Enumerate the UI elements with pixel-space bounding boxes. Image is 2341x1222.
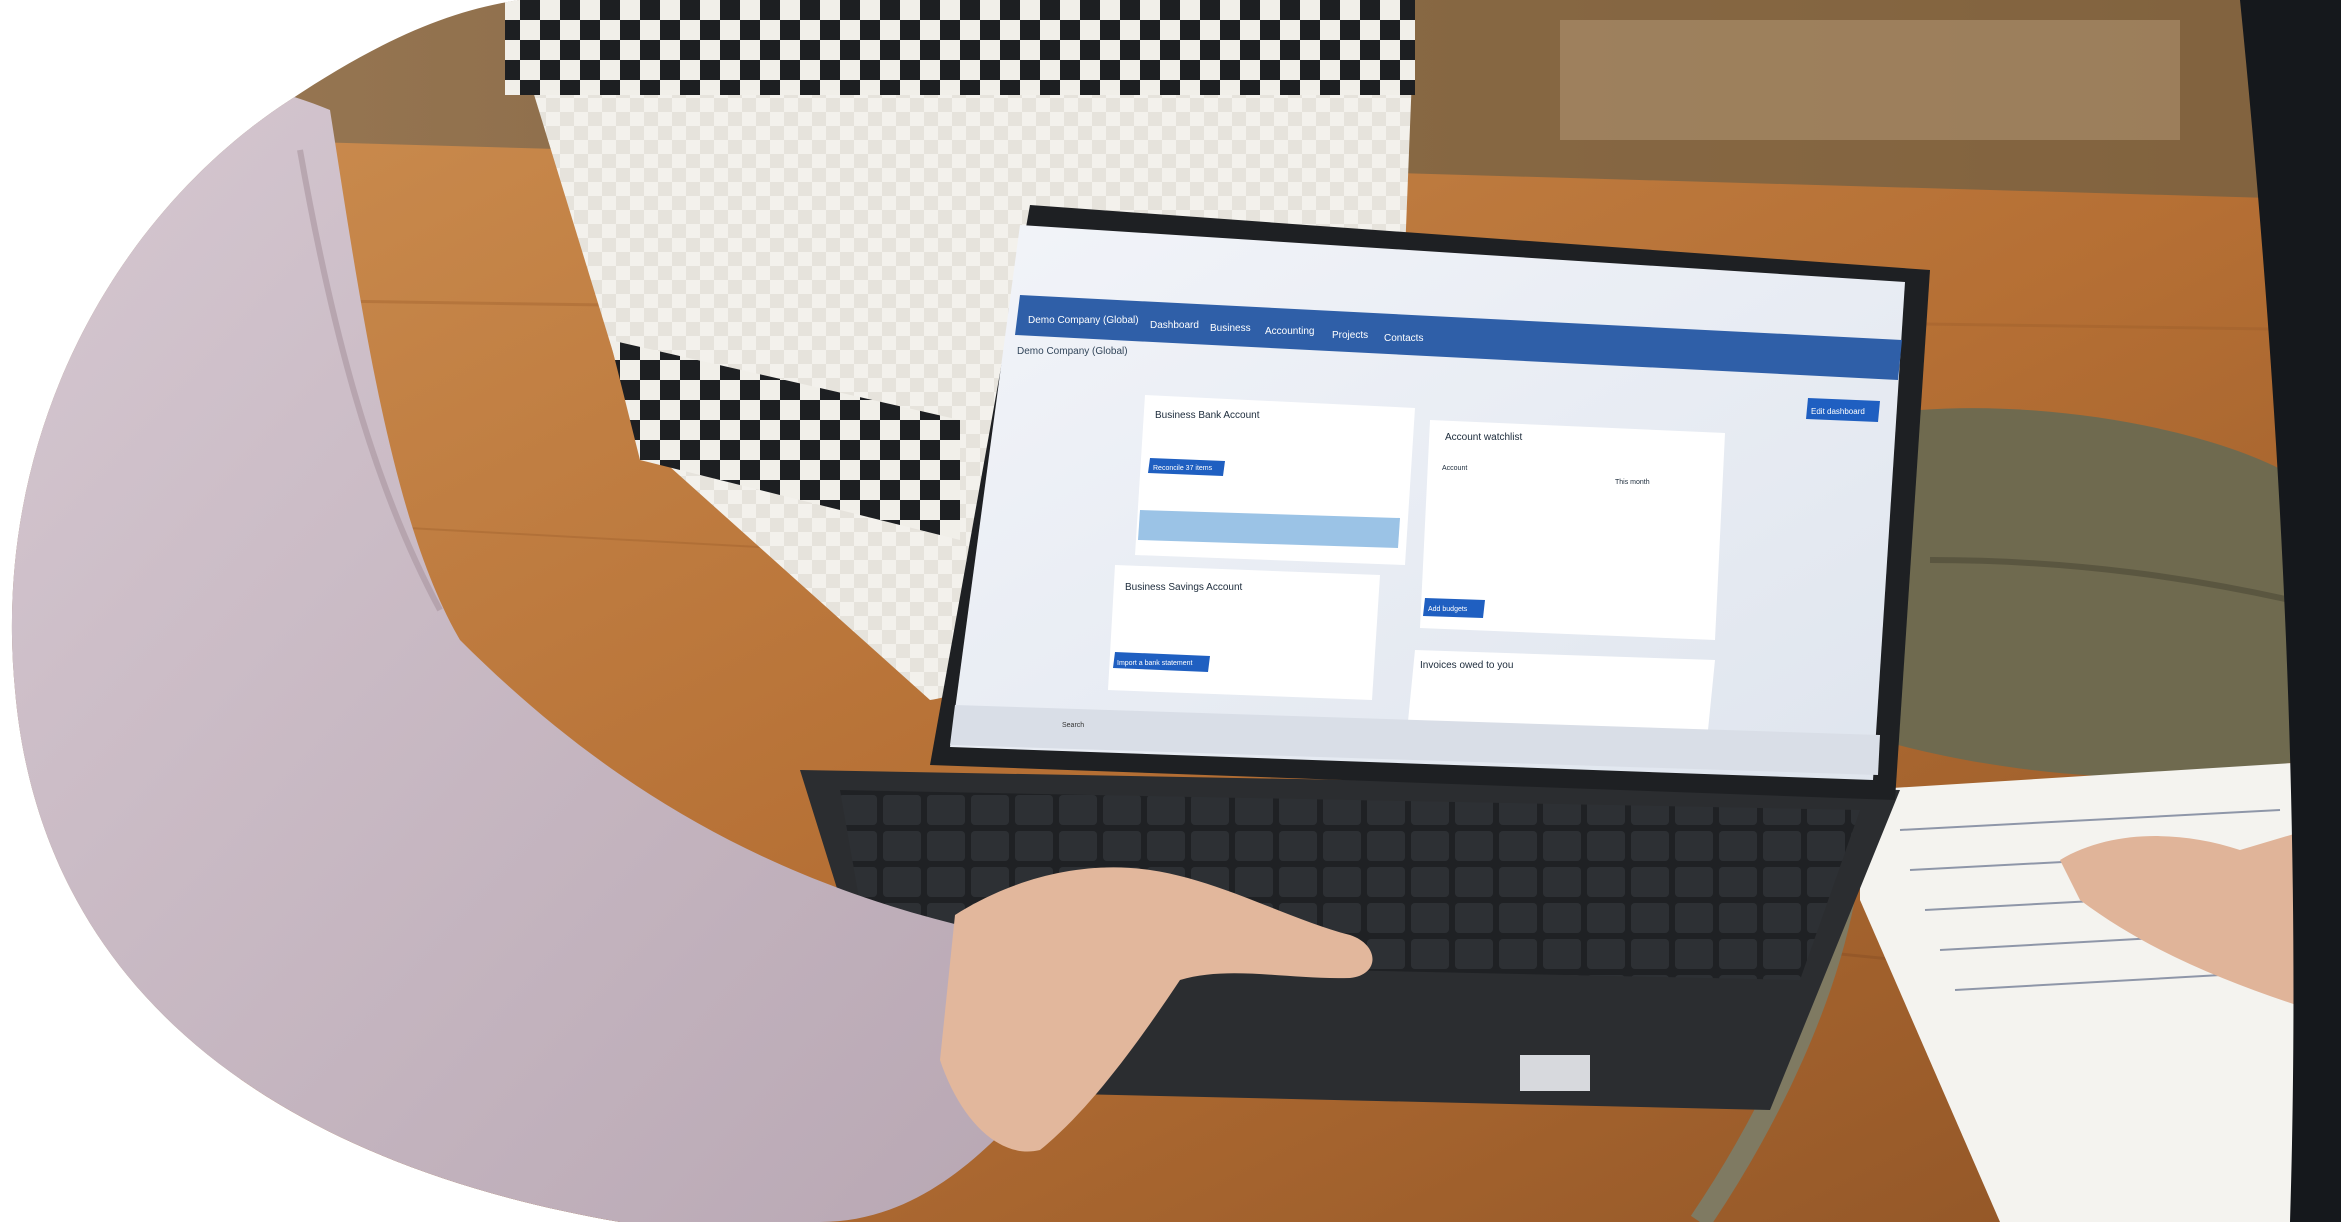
nav-item-projects[interactable]: Projects [1332,330,1368,341]
photo-scene: Demo Company (Global) Dashboard Business… [11,0,2341,1222]
watchlist-col-account: Account [1442,465,1467,472]
nav-item-dashboard[interactable]: Dashboard [1150,320,1199,331]
taskbar-search[interactable]: Search [1062,722,1084,729]
invoices-title: Invoices owed to you [1420,660,1513,671]
savings-card-title: Business Savings Account [1125,582,1243,593]
nav-item-contacts[interactable]: Contacts [1384,333,1423,344]
nav-org-label[interactable]: Demo Company (Global) [1028,315,1139,326]
edit-dashboard-button[interactable]: Edit dashboard [1811,407,1865,416]
bank-card-title: Business Bank Account [1155,410,1260,421]
nav-item-accounting[interactable]: Accounting [1265,326,1314,337]
watchlist-title: Account watchlist [1445,432,1522,443]
nav-item-business[interactable]: Business [1210,323,1251,334]
org-title: Demo Company (Global) [1017,346,1128,357]
watchlist-col-month: This month [1615,479,1650,486]
import-statement-button[interactable]: Import a bank statement [1117,660,1193,667]
reconcile-button[interactable]: Reconcile 37 items [1153,465,1213,472]
add-budgets-button[interactable]: Add budgets [1428,606,1468,613]
